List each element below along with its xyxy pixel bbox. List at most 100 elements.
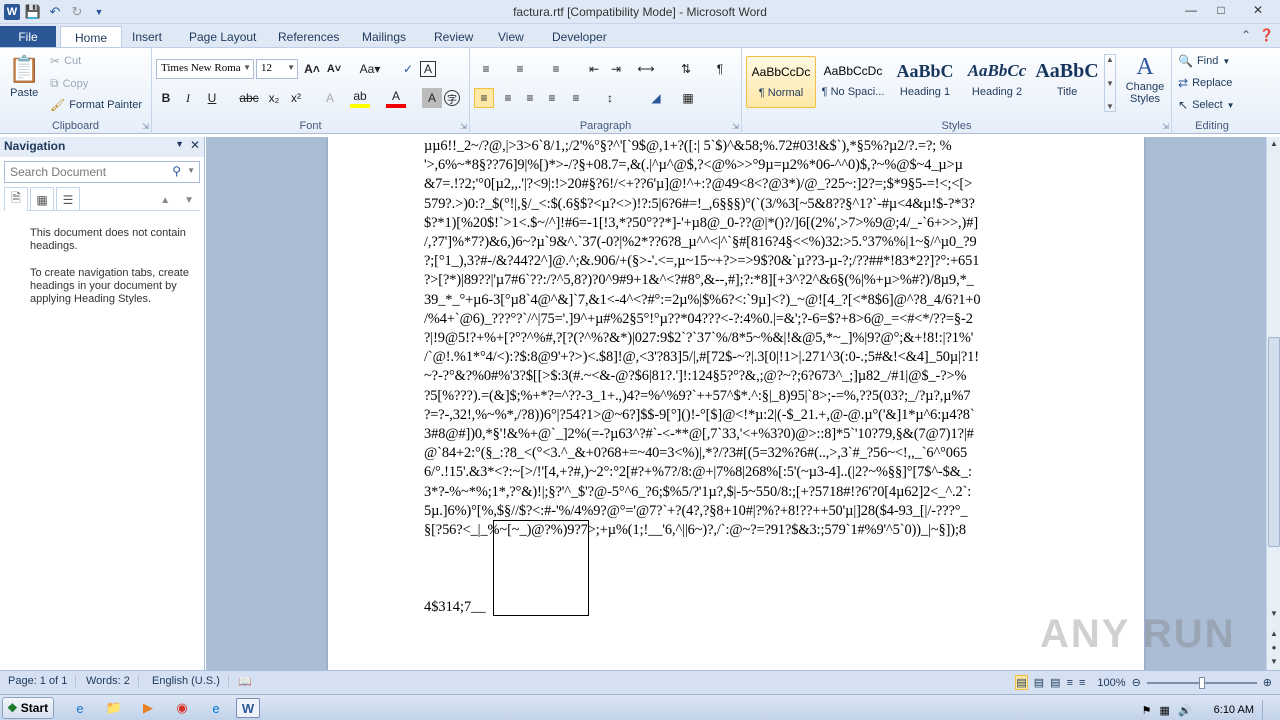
- document-line[interactable]: ?>[?*)|89??|'µ7#6`??:/?^5,8?)?0^9#9+1&^<…: [424, 271, 1044, 290]
- print-layout-icon[interactable]: ▤: [1015, 675, 1028, 690]
- grow-font-icon[interactable]: A˄: [302, 59, 322, 79]
- document-line[interactable]: ?=?-,32!,%~%*,/?8))6°|?54?1>@~6?]$$-9[°]…: [424, 406, 1044, 425]
- change-case-icon[interactable]: Aa▾: [356, 59, 384, 79]
- outline-icon[interactable]: ≡: [1067, 677, 1073, 689]
- sort-icon[interactable]: ⇅: [676, 59, 696, 79]
- chevron-down-icon[interactable]: ▼: [1106, 79, 1114, 88]
- superscript-icon[interactable]: x²: [286, 88, 306, 108]
- select-browse-object-icon[interactable]: ●: [1267, 641, 1280, 655]
- style-title[interactable]: AaBbC Title: [1032, 56, 1102, 108]
- clear-formatting-icon[interactable]: ✓: [398, 59, 418, 79]
- edge-icon[interactable]: e: [204, 698, 228, 718]
- underline-icon[interactable]: U: [202, 88, 222, 108]
- tab-page-layout[interactable]: Page Layout: [175, 26, 270, 48]
- help-icon[interactable]: ❓: [1259, 28, 1274, 42]
- folder-icon[interactable]: 📁: [102, 698, 126, 718]
- document-line[interactable]: /`@!.%1*°4/<):?$:8@9'+?>)<.$8]!@,<3'?83]…: [424, 348, 1044, 367]
- style-normal[interactable]: AaBbCcDc ¶ Normal: [746, 56, 816, 108]
- cut-button[interactable]: ✂ Cut: [50, 54, 81, 68]
- chevron-down-icon[interactable]: ▼: [243, 63, 251, 72]
- distributed-icon[interactable]: ≡: [566, 88, 586, 108]
- tab-home[interactable]: Home: [60, 26, 123, 49]
- scroll-up-icon[interactable]: ▲: [1267, 137, 1280, 151]
- borders-icon[interactable]: ▦: [678, 88, 698, 108]
- next-page-icon[interactable]: ▼: [1267, 655, 1280, 669]
- enclose-character-icon[interactable]: 字: [444, 90, 460, 106]
- word-taskbar-icon[interactable]: W: [236, 698, 260, 718]
- tab-developer[interactable]: Developer: [538, 26, 621, 48]
- bullets-icon[interactable]: ≡: [476, 59, 496, 79]
- internet-explorer-icon[interactable]: e: [68, 698, 92, 718]
- format-painter-button[interactable]: 🖌 Format Painter: [50, 98, 142, 112]
- subscript-icon[interactable]: x₂: [264, 88, 284, 108]
- previous-heading-icon[interactable]: ▲: [160, 195, 170, 206]
- character-shading-icon[interactable]: A: [422, 88, 442, 108]
- document-line[interactable]: 6/°.!15'.&3*<?:~[>/!'[4,+?#,)~2°:°2[#?+%…: [424, 463, 1044, 482]
- tab-file[interactable]: File: [0, 26, 56, 48]
- document-line[interactable]: 579?.>)0:?_$(°!|,§/_<:$(.6§$?<µ?<>)!?:5|…: [424, 195, 1044, 214]
- align-left-icon[interactable]: ≡: [474, 88, 494, 108]
- align-right-icon[interactable]: ≡: [520, 88, 540, 108]
- asian-layout-icon[interactable]: ⟷: [636, 59, 656, 79]
- tab-pages[interactable]: ▦: [30, 187, 54, 211]
- font-name-combo[interactable]: Times New Roma ▼: [156, 59, 254, 79]
- character-border-icon[interactable]: A: [420, 61, 436, 77]
- tab-results[interactable]: ☰: [56, 187, 80, 211]
- italic-icon[interactable]: I: [178, 88, 198, 108]
- strikethrough-icon[interactable]: abc: [238, 88, 260, 108]
- style-heading-1[interactable]: AaBbC Heading 1: [890, 56, 960, 108]
- multilevel-list-icon[interactable]: ≡: [546, 59, 566, 79]
- align-center-icon[interactable]: ≡: [498, 88, 518, 108]
- replace-button[interactable]: ⇄ Replace: [1178, 76, 1232, 90]
- increase-indent-icon[interactable]: ⇥: [606, 59, 626, 79]
- paragraph-launcher-icon[interactable]: ⇲: [732, 122, 739, 131]
- network-icon[interactable]: ▦: [1160, 704, 1170, 717]
- zoom-out-icon[interactable]: ⊖: [1132, 676, 1141, 689]
- document-line[interactable]: ?;[°1_),3?#-/&?44?2^]@.^;&.906/+(§>-'.<=…: [424, 252, 1044, 271]
- close-button[interactable]: ✕: [1236, 0, 1280, 20]
- document-body-text[interactable]: µµ6!!_2~/?@,|>3>6`8/1,;/2'%°§?^'[`9$@,1+…: [424, 137, 1044, 540]
- line-spacing-icon[interactable]: ↕: [600, 88, 620, 108]
- draft-icon[interactable]: ≡: [1079, 677, 1085, 689]
- media-player-icon[interactable]: ▶: [136, 698, 160, 718]
- bold-icon[interactable]: B: [156, 88, 176, 108]
- justify-icon[interactable]: ≡: [542, 88, 562, 108]
- numbering-icon[interactable]: ≡: [510, 59, 530, 79]
- document-line[interactable]: 3*?-%~*%;1*,?°&)!|;§?'^_$'?@-5°^6_?6;$%5…: [424, 483, 1044, 502]
- show-formatting-marks-icon[interactable]: ¶: [710, 59, 730, 79]
- document-line[interactable]: /,?7']%*7?)&6,)6~?µ`9&^.`37(-0?|%2*??6?8…: [424, 233, 1044, 252]
- copy-button[interactable]: ⧉ Copy: [50, 76, 88, 91]
- shading-icon[interactable]: ◢: [646, 88, 666, 108]
- minimize-ribbon-icon[interactable]: ⌃: [1241, 28, 1251, 42]
- font-size-combo[interactable]: 12 ▼: [256, 59, 298, 79]
- more-icon[interactable]: ▼: [1106, 102, 1114, 111]
- maximize-button[interactable]: □: [1206, 0, 1236, 20]
- search-input[interactable]: Search Document ⚲ ▼: [4, 161, 200, 183]
- font-launcher-icon[interactable]: ⇲: [460, 122, 467, 131]
- search-icon[interactable]: ⚲: [172, 164, 181, 178]
- language[interactable]: English (U.S.): [152, 675, 229, 687]
- shrink-font-icon[interactable]: A˅: [324, 59, 344, 79]
- document-line[interactable]: ?5[%???).=(&]$;%+*?=^??-3_1+.,)4?=%^%9?`…: [424, 387, 1044, 406]
- document-area[interactable]: µµ6!!_2~/?@,|>3>6`8/1,;/2'%°§?^'[`9$@,1+…: [206, 137, 1266, 670]
- word-count[interactable]: Words: 2: [86, 675, 139, 687]
- tab-references[interactable]: References: [264, 26, 353, 48]
- scroll-down-icon[interactable]: ▼: [1267, 607, 1280, 621]
- full-screen-reading-icon[interactable]: ▤: [1034, 676, 1044, 689]
- paste-button[interactable]: 📋 Paste: [8, 54, 40, 99]
- tab-mailings[interactable]: Mailings: [348, 26, 420, 48]
- document-line[interactable]: '>,6%~*8§??76]9|%[)*>-/?§+08.7=,&(.|^µ^@…: [424, 156, 1044, 175]
- styles-scroll[interactable]: ▲ ▼ ▼: [1104, 54, 1116, 112]
- volume-icon[interactable]: 🔊: [1178, 704, 1192, 717]
- chrome-icon[interactable]: ◉: [170, 698, 194, 718]
- text-box[interactable]: [493, 520, 589, 616]
- next-heading-icon[interactable]: ▼: [184, 195, 194, 206]
- document-line[interactable]: &7=.!?2;'°0[µ2,,.'|?<9|:!>20#§?6!/<+??6'…: [424, 175, 1044, 194]
- flag-icon[interactable]: ⚑: [1142, 704, 1152, 717]
- zoom-slider[interactable]: [1146, 676, 1257, 689]
- tab-insert[interactable]: Insert: [118, 26, 176, 48]
- page-count[interactable]: Page: 1 of 1: [8, 675, 77, 687]
- document-line[interactable]: 3#8@#])0,*§'!&%+@`_]2%(=-?µ63^?#`-<-**@[…: [424, 425, 1044, 444]
- zoom-level[interactable]: 100%: [1097, 677, 1125, 689]
- chevron-down-icon[interactable]: ▼: [287, 63, 295, 72]
